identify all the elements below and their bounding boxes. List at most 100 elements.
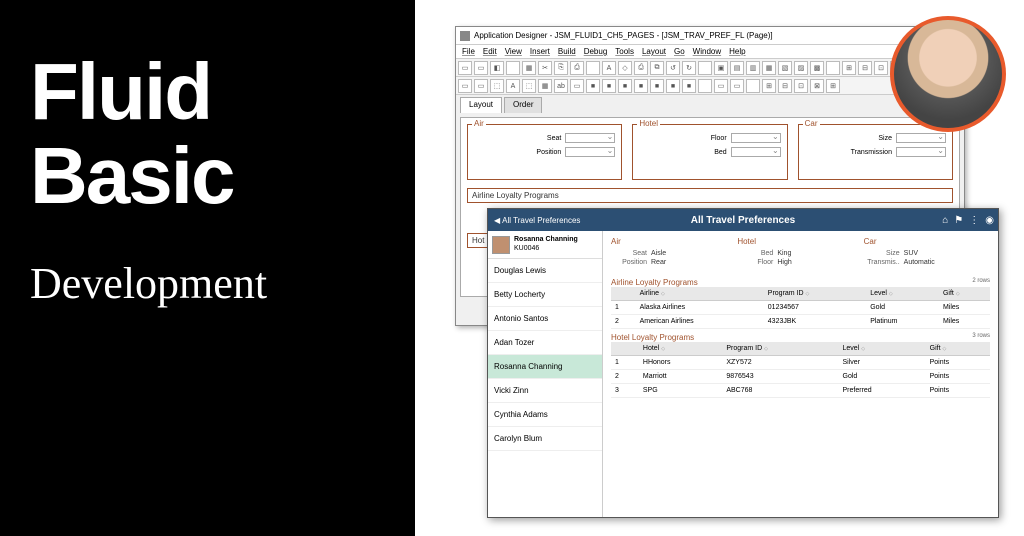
menu-insert[interactable]: Insert xyxy=(530,47,550,56)
toolbar-button[interactable]: ⧉ xyxy=(650,61,664,75)
toolbar-button[interactable]: ⊞ xyxy=(762,79,776,93)
toolbar-button[interactable]: ■ xyxy=(602,79,616,93)
toolbar-button[interactable]: ⎘ xyxy=(554,61,568,75)
toolbar-button[interactable]: ◇ xyxy=(618,61,632,75)
toolbar-button[interactable]: ⊡ xyxy=(874,61,888,75)
toolbar-button[interactable]: ⊠ xyxy=(810,79,824,93)
toolbar-button[interactable] xyxy=(586,61,600,75)
toolbar-button[interactable]: ↺ xyxy=(666,61,680,75)
menu-view[interactable]: View xyxy=(505,47,522,56)
menu-edit[interactable]: Edit xyxy=(483,47,497,56)
size-dropdown[interactable] xyxy=(896,133,946,143)
toolbar-button[interactable] xyxy=(698,61,712,75)
col-header[interactable]: Program ID ◇ xyxy=(722,342,838,356)
toolbar-button[interactable]: ⊟ xyxy=(778,79,792,93)
toolbar-button[interactable]: ab xyxy=(554,79,568,93)
col-header[interactable] xyxy=(611,342,639,356)
position-dropdown[interactable] xyxy=(565,147,615,157)
floor-dropdown[interactable] xyxy=(731,133,781,143)
toolbar-button[interactable] xyxy=(698,79,712,93)
toolbar-button[interactable]: ↻ xyxy=(682,61,696,75)
col-header[interactable]: Gift ◇ xyxy=(939,287,990,301)
table-row[interactable]: 3SPGABC768PreferredPoints xyxy=(611,384,990,398)
toolbar-button[interactable]: ■ xyxy=(682,79,696,93)
tab-order[interactable]: Order xyxy=(504,97,542,113)
toolbar-button[interactable]: ■ xyxy=(586,79,600,93)
table-row[interactable]: 2American Airlines4323JBKPlatinumMiles xyxy=(611,315,990,329)
toolbar-button[interactable]: ▩ xyxy=(810,61,824,75)
toolbar-button[interactable]: ▦ xyxy=(762,61,776,75)
toolbar-button[interactable]: ▤ xyxy=(730,61,744,75)
toolbar-button[interactable]: ▦ xyxy=(522,61,536,75)
toolbar-button[interactable]: ▦ xyxy=(538,79,552,93)
menu-debug[interactable]: Debug xyxy=(584,47,608,56)
table-row[interactable]: 1HHonorsXZY572SilverPoints xyxy=(611,356,990,370)
toolbar-button[interactable]: ▭ xyxy=(570,79,584,93)
toolbar-button[interactable]: ▥ xyxy=(746,61,760,75)
toolbar-button[interactable]: ▭ xyxy=(730,79,744,93)
col-header[interactable]: Level ◇ xyxy=(866,287,939,301)
tab-layout[interactable]: Layout xyxy=(460,97,502,113)
window-titlebar[interactable]: Application Designer - JSM_FLUID1_CH5_PA… xyxy=(456,27,964,45)
flag-icon[interactable]: ⚑ xyxy=(954,215,963,226)
menu-help[interactable]: Help xyxy=(729,47,745,56)
list-item[interactable]: Betty Locherty xyxy=(488,283,602,307)
menu-go[interactable]: Go xyxy=(674,47,685,56)
toolbar-button[interactable]: ⬚ xyxy=(522,79,536,93)
toolbar-button[interactable] xyxy=(826,61,840,75)
toolbar-button[interactable]: ▭ xyxy=(474,79,488,93)
nav-icon[interactable]: ◉ xyxy=(985,215,994,226)
toolbar-button[interactable]: ◧ xyxy=(490,61,504,75)
toolbar-button[interactable]: ▨ xyxy=(794,61,808,75)
list-item[interactable]: Vicki Zinn xyxy=(488,379,602,403)
menu-tools[interactable]: Tools xyxy=(615,47,634,56)
col-header[interactable]: Level ◇ xyxy=(839,342,926,356)
menu-layout[interactable]: Layout xyxy=(642,47,666,56)
list-item[interactable]: Adan Tozer xyxy=(488,331,602,355)
col-header[interactable] xyxy=(611,287,636,301)
menu-file[interactable]: File xyxy=(462,47,475,56)
toolbar-button[interactable]: ⎙ xyxy=(634,61,648,75)
col-header[interactable]: Program ID ◇ xyxy=(764,287,866,301)
menu-build[interactable]: Build xyxy=(558,47,576,56)
toolbar-button[interactable]: ▣ xyxy=(714,61,728,75)
toolbar-button[interactable] xyxy=(746,79,760,93)
toolbar-button[interactable]: ■ xyxy=(618,79,632,93)
home-icon[interactable]: ⌂ xyxy=(942,215,948,226)
table-row[interactable]: 1Alaska Airlines01234567GoldMiles xyxy=(611,301,990,315)
pref-value: SUV xyxy=(904,250,918,257)
toolbar-button[interactable]: ▭ xyxy=(714,79,728,93)
seat-dropdown[interactable] xyxy=(565,133,615,143)
table-row[interactable]: 2Marriott9876543GoldPoints xyxy=(611,370,990,384)
list-item[interactable]: Rosanna Channing xyxy=(488,355,602,379)
toolbar-button[interactable]: ⎙ xyxy=(570,61,584,75)
toolbar-button[interactable]: ✂ xyxy=(538,61,552,75)
bed-dropdown[interactable] xyxy=(731,147,781,157)
toolbar-button[interactable] xyxy=(506,61,520,75)
list-item[interactable]: Douglas Lewis xyxy=(488,259,602,283)
actions-icon[interactable]: ⋮ xyxy=(969,215,979,226)
toolbar-button[interactable]: ▭ xyxy=(474,61,488,75)
menu-window[interactable]: Window xyxy=(693,47,721,56)
toolbar-button[interactable]: A xyxy=(506,79,520,93)
toolbar-button[interactable]: ⊡ xyxy=(794,79,808,93)
toolbar-button[interactable]: ■ xyxy=(634,79,648,93)
back-button[interactable]: ◀ All Travel Preferences xyxy=(488,216,586,225)
list-item[interactable]: Antonio Santos xyxy=(488,307,602,331)
col-header[interactable]: Airline ◇ xyxy=(636,287,764,301)
col-header[interactable]: Hotel ◇ xyxy=(639,342,722,356)
toolbar-button[interactable]: ■ xyxy=(650,79,664,93)
toolbar-button[interactable]: ⊟ xyxy=(858,61,872,75)
transmission-dropdown[interactable] xyxy=(896,147,946,157)
toolbar-button[interactable]: ▭ xyxy=(458,79,472,93)
toolbar-button[interactable]: ▧ xyxy=(778,61,792,75)
toolbar-button[interactable]: ⊞ xyxy=(826,79,840,93)
toolbar-button[interactable]: A xyxy=(602,61,616,75)
col-header[interactable]: Gift ◇ xyxy=(926,342,990,356)
toolbar-button[interactable]: ⊞ xyxy=(842,61,856,75)
toolbar-button[interactable]: ■ xyxy=(666,79,680,93)
toolbar-button[interactable]: ⬚ xyxy=(490,79,504,93)
toolbar-button[interactable]: ▭ xyxy=(458,61,472,75)
list-item[interactable]: Carolyn Blum xyxy=(488,427,602,451)
list-item[interactable]: Cynthia Adams xyxy=(488,403,602,427)
